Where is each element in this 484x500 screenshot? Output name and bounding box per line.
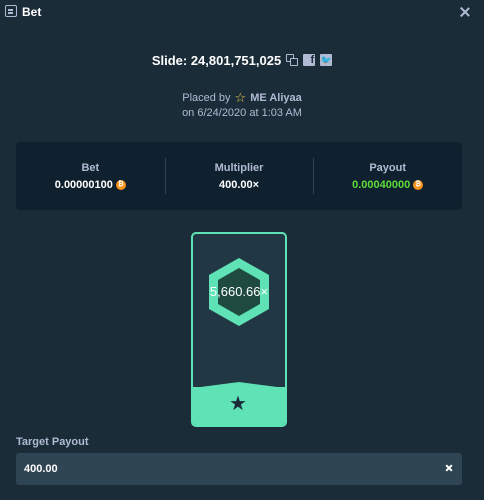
bitcoin-icon: ₿ [413, 179, 424, 190]
bet-value-row: 0.00000100 ₿ [55, 179, 126, 191]
placed-by-prefix: Placed by [182, 92, 231, 104]
payout-label: Payout [369, 161, 407, 174]
card-multiplier: 5,660.66× [209, 284, 269, 299]
stat-bet: Bet 0.00000100 ₿ [16, 142, 165, 210]
slide-id: Slide: 24,801,751,025 [151, 52, 282, 68]
target-payout-input[interactable] [16, 453, 436, 485]
multiplier-value: 400.00× [218, 178, 260, 191]
modal-title: Bet [22, 5, 42, 19]
slide-card: 5,660.66× ★ [191, 232, 287, 427]
star-outline-icon: ☆ [234, 90, 247, 105]
target-payout-field [16, 453, 462, 485]
multiplier-label: Multiplier [214, 161, 264, 174]
stat-payout: Payout 0.00040000 ₿ [313, 142, 462, 210]
user-name[interactable]: ME Aliyaa [250, 92, 302, 104]
bitcoin-icon: ₿ [115, 179, 126, 190]
placed-date: on 6/24/2020 at 1:03 AM [182, 107, 302, 119]
bet-label: Bet [81, 161, 100, 174]
slide-row: Slide: 24,801,751,025 f 🐦 [0, 50, 484, 70]
stats-panel: Bet 0.00000100 ₿ Multiplier 400.00× Payo… [16, 142, 462, 210]
facebook-icon[interactable]: f [303, 54, 316, 66]
star-icon: ★ [229, 393, 247, 415]
payout-value-row: 0.00040000 ₿ [352, 178, 424, 191]
copy-icon[interactable] [286, 54, 299, 66]
close-icon[interactable] [459, 6, 471, 18]
bet-value: 0.00000100 [54, 178, 113, 191]
placed-by-row: Placed by ☆ ME Aliyaa [0, 90, 484, 105]
clear-icon[interactable] [444, 463, 454, 473]
target-payout-label: Target Payout [16, 436, 89, 448]
modal-header: Bet [0, 0, 484, 26]
bet-slip-icon [5, 5, 17, 17]
twitter-icon[interactable]: 🐦 [320, 54, 333, 66]
stat-multiplier: Multiplier 400.00× [164, 142, 314, 210]
payout-value: 0.00040000 [352, 178, 411, 191]
